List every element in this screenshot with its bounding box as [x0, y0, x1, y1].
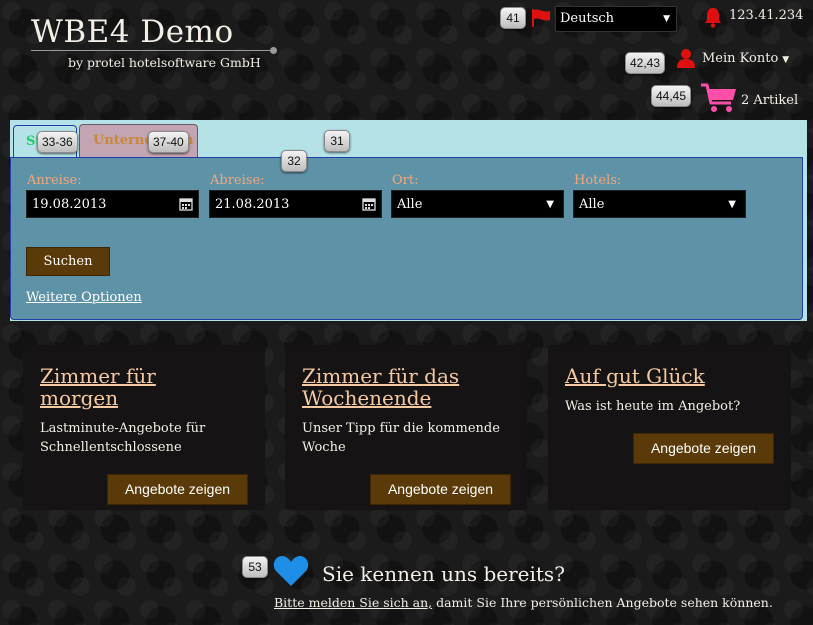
hotels-select[interactable]: Alle ▼ [573, 190, 746, 218]
heart-icon [273, 556, 309, 586]
arrival-value: 19.08.2013 [32, 197, 107, 212]
flag-icon [532, 9, 550, 27]
logo-subtitle: by protel hotelsoftware GmbH [68, 55, 261, 70]
card-title-line: Zimmer für das [302, 364, 460, 388]
chevron-down-icon: ▼ [546, 199, 554, 210]
place-select[interactable]: Alle ▼ [391, 190, 564, 218]
marker-badge: 44,45 [651, 85, 692, 107]
login-prompt-text: damit Sie Ihre persönlichen Angebote seh… [432, 595, 773, 610]
marker-badge: 32 [281, 150, 307, 172]
calendar-icon[interactable] [179, 197, 193, 211]
departure-value: 21.08.2013 [215, 197, 290, 212]
returning-guest-heading: Sie kennen uns bereits? [322, 562, 565, 586]
arrival-date-input[interactable]: 19.08.2013 [26, 190, 199, 218]
more-options-link[interactable]: Weitere Optionen [26, 290, 142, 305]
show-offers-button[interactable]: Angebote zeigen [633, 433, 774, 464]
login-prompt: Bitte melden Sie sich an, damit Sie Ihre… [274, 595, 773, 610]
cart-icon[interactable] [700, 82, 738, 114]
chevron-down-icon: ▼ [728, 199, 736, 210]
hotels-value: Alle [579, 197, 605, 212]
login-link[interactable]: Bitte melden Sie sich an, [274, 595, 432, 610]
hotels-label: Hotels: [574, 173, 622, 188]
language-select[interactable]: Deutsch ▼ [555, 6, 677, 32]
departure-label: Abreise: [210, 173, 265, 188]
cart-count[interactable]: 2 Artikel [741, 93, 798, 108]
card-text-line: Was ist heute im Angebot? [565, 399, 741, 414]
marker-badge: 42,43 [625, 52, 666, 74]
language-value: Deutsch [560, 11, 615, 26]
bell-icon[interactable] [703, 6, 723, 28]
show-offers-button[interactable]: Angebote zeigen [107, 474, 248, 505]
ip-address: 123.41.234 [729, 8, 804, 23]
user-icon[interactable] [676, 48, 696, 68]
show-offers-button[interactable]: Angebote zeigen [370, 474, 511, 505]
card-title-link[interactable]: Zimmer für das Wochenende [302, 365, 459, 409]
offer-card-weekend: Zimmer für das Wochenende Unser Tipp für… [285, 345, 527, 510]
marker-badge: 41 [500, 7, 526, 29]
card-title-line: Auf gut Glück [565, 364, 705, 388]
offer-card-lucky: Auf gut Glück Was ist heute im Angebot? … [548, 345, 791, 510]
logo-divider [31, 50, 275, 51]
account-label: Mein Konto [702, 51, 779, 66]
marker-badge: 53 [242, 556, 268, 578]
card-title-line: Zimmer für [40, 364, 156, 388]
logo-dot [270, 47, 277, 54]
search-button[interactable]: Suchen [26, 247, 110, 276]
arrival-label: Anreise: [27, 173, 82, 188]
card-title-line: Wochenende [302, 386, 432, 410]
card-title-link[interactable]: Auf gut Glück [565, 365, 705, 387]
calendar-icon[interactable] [362, 197, 376, 211]
card-text-line: Lastminute-Angebote für [40, 421, 206, 436]
card-title-link[interactable]: Zimmer für morgen [40, 365, 156, 409]
card-text-line: Unser Tipp für die kommende [302, 421, 500, 436]
departure-date-input[interactable]: 21.08.2013 [209, 190, 382, 218]
logo-title: WBE4 Demo [31, 14, 234, 50]
card-title-line: morgen [40, 386, 119, 410]
marker-badge: 33-36 [37, 131, 78, 153]
offer-card-tomorrow: Zimmer für morgen Lastminute-Angebote fü… [23, 345, 265, 510]
account-menu[interactable]: Mein Konto ▼ [702, 51, 789, 66]
place-value: Alle [397, 197, 423, 212]
marker-badge: 37-40 [148, 131, 189, 153]
chevron-down-icon: ▼ [782, 55, 790, 65]
place-label: Ort: [392, 173, 419, 188]
marker-badge: 31 [324, 130, 350, 152]
card-text-line: Schnellentschlossene [40, 440, 182, 455]
card-text-line: Woche [302, 440, 346, 455]
chevron-down-icon: ▼ [663, 14, 670, 24]
